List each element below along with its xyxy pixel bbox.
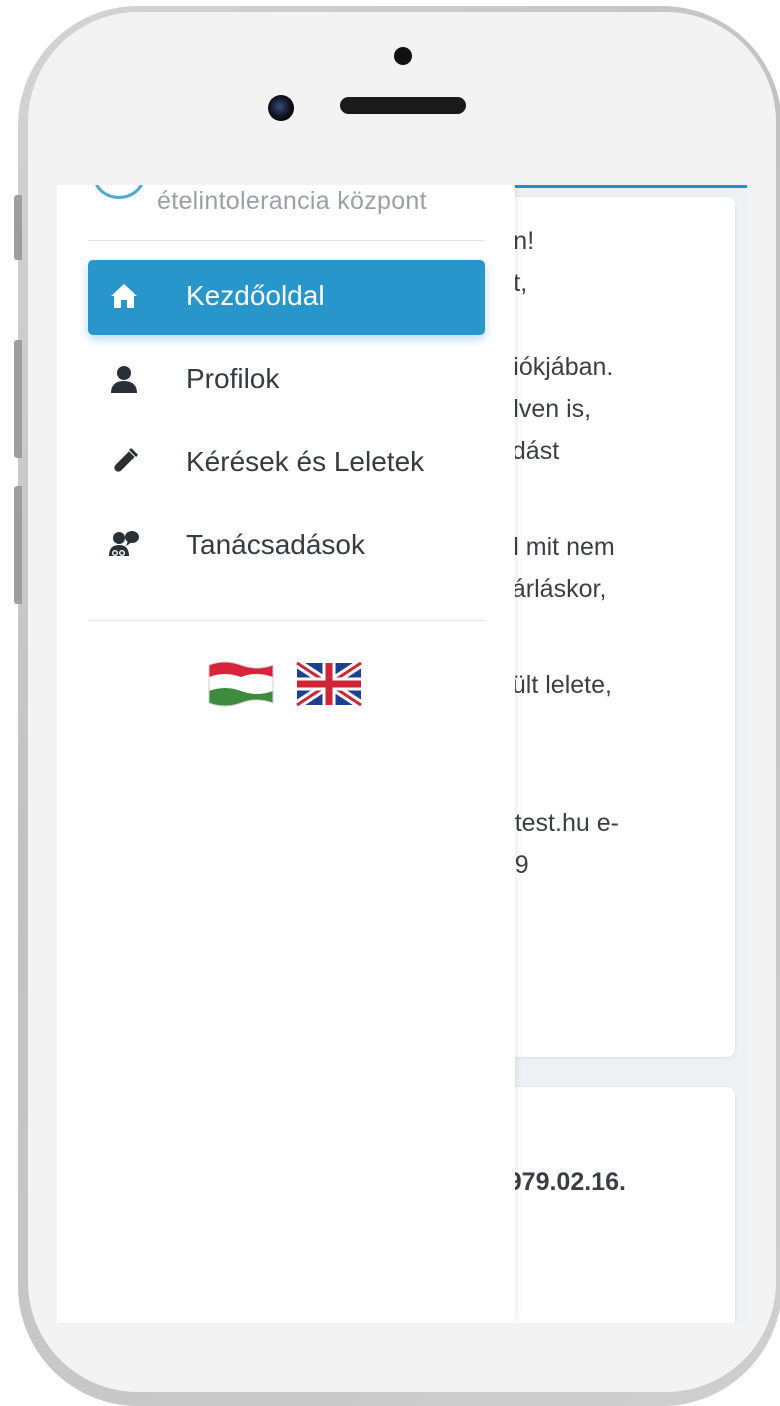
nav-item-label: Kezdőoldal — [186, 280, 325, 311]
uk-flag-icon[interactable] — [295, 659, 363, 709]
nav-item-label: Tanácsadások — [186, 529, 366, 560]
side-button-mute — [14, 195, 22, 260]
logo-icon — [93, 185, 145, 199]
earpiece-speaker — [340, 97, 466, 114]
front-camera — [268, 95, 294, 121]
app-screen: kban! eteit, hol ját fiókjában. nyelven … — [57, 185, 747, 1323]
side-button-volume-down — [14, 486, 22, 604]
hungarian-flag-icon[interactable] — [207, 659, 275, 709]
brand-tagline: ételintolerancia központ — [157, 187, 427, 215]
consultation-icon — [109, 531, 139, 557]
side-button-volume-up — [14, 340, 22, 458]
test-tube-icon — [114, 448, 138, 472]
nav-item-requests-results[interactable]: Kérések és Leletek — [88, 426, 485, 501]
nav-item-label: Kérések és Leletek — [186, 446, 425, 477]
user-icon — [111, 366, 137, 393]
drawer-divider-top — [88, 240, 485, 241]
home-icon — [111, 284, 137, 308]
nav-drawer: ételintolerancia központ Kezdőoldal Prof… — [57, 185, 515, 1323]
proximity-sensor — [394, 47, 412, 65]
drawer-divider-bottom — [88, 620, 485, 621]
nav-item-label: Profilok — [186, 363, 280, 394]
nav-item-consultations[interactable]: Tanácsadások — [88, 509, 485, 584]
nav-item-profiles[interactable]: Profilok — [88, 343, 485, 418]
nav-item-home[interactable]: Kezdőoldal — [88, 260, 485, 335]
